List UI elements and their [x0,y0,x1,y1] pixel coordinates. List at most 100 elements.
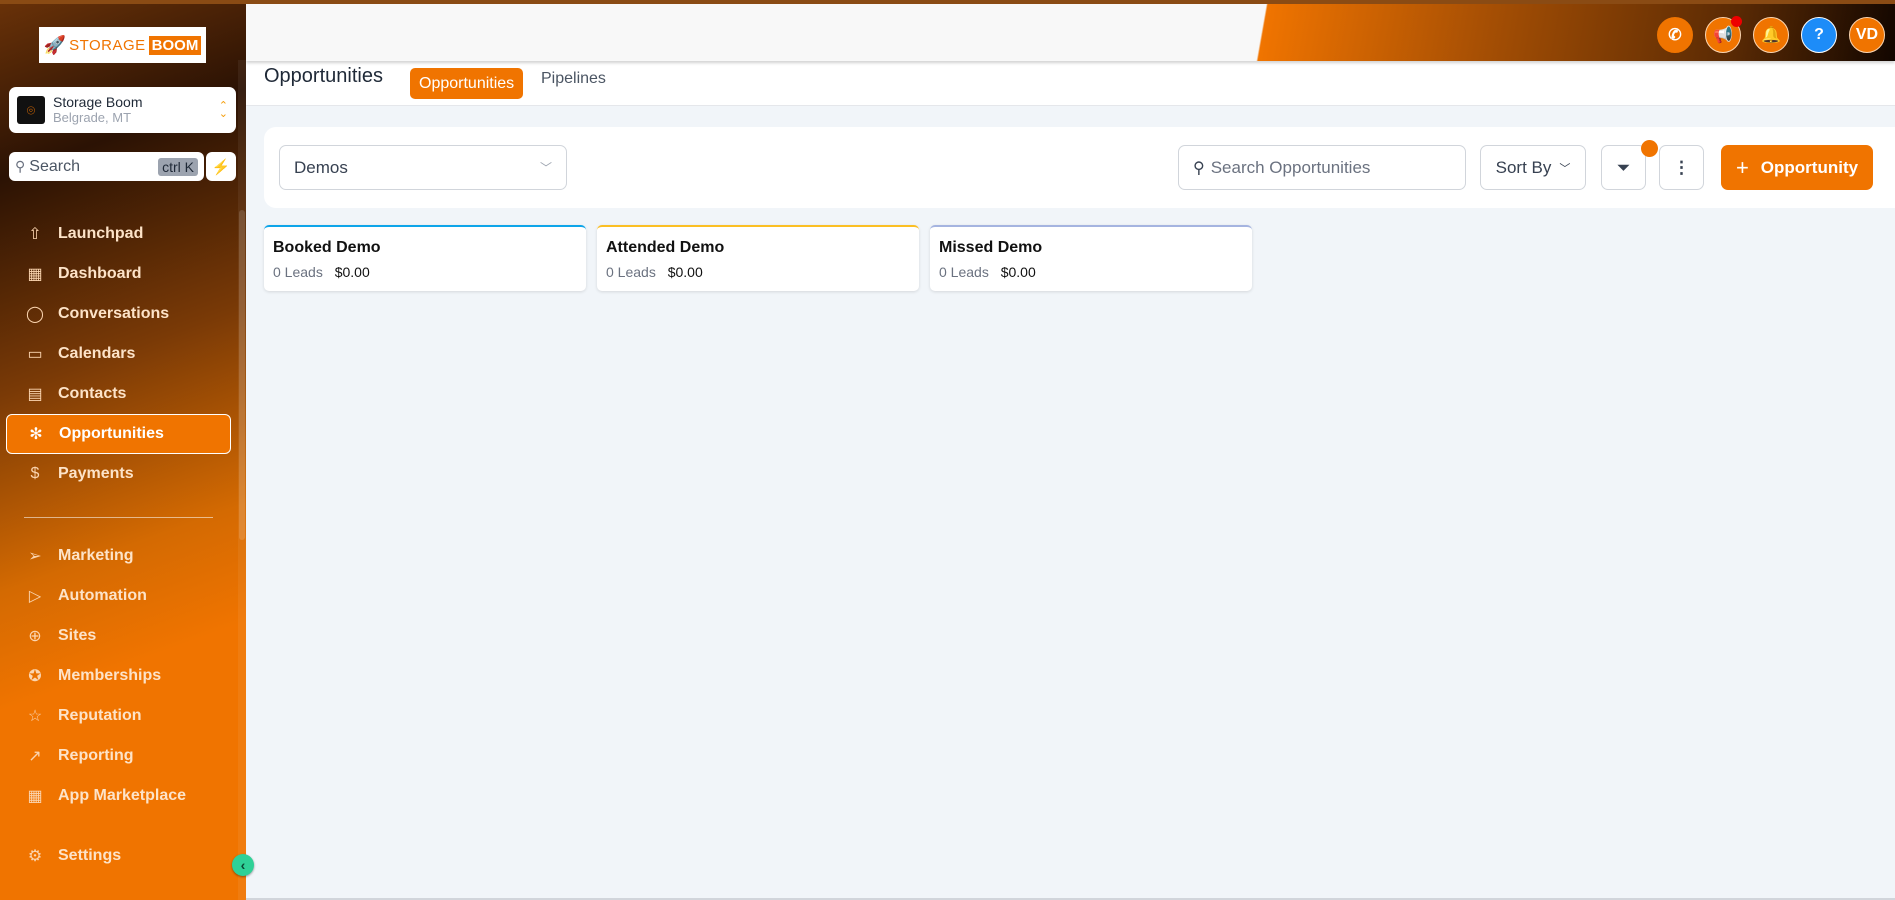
avatar[interactable]: VD [1849,17,1885,53]
chat-bubble-icon: ◯ [26,306,44,323]
sidebar-divider [24,517,213,518]
stage-value: $0.00 [334,264,370,280]
sidebar-item-label: Launchpad [58,225,144,242]
help-icon: ? [1814,26,1824,43]
page-titlebar: Opportunities Opportunities Pipelines [246,61,1895,106]
sidebar-item-label: Marketing [58,547,134,564]
location-pin-icon: ⌾ [17,96,45,124]
phone-icon: ✆ [1668,27,1682,44]
avatar-initials: VD [1855,26,1879,43]
search-opportunities-input[interactable] [1210,157,1451,178]
sidebar-item-label: Automation [58,587,147,604]
chevron-down-icon: ﹀ [539,161,552,175]
sidebar-search-label: Search [29,157,80,175]
dashboard-grid-icon: ▦ [27,266,43,283]
sidebar-item-reporting[interactable]: ↗ Reporting [6,736,231,776]
plus-icon: + [1735,154,1749,180]
stage-value: $0.00 [667,264,703,280]
help-button[interactable]: ? [1801,17,1837,53]
badge-icon: ✪ [28,668,42,685]
website-icon: ⊕ [28,628,42,645]
collapse-sidebar-button[interactable]: ‹ [232,854,254,876]
sidebar-item-launchpad[interactable]: ⇧ Launchpad [6,214,231,254]
location-name: Storage Boom [53,94,143,110]
vertical-dots-icon: ⋮ [1673,157,1690,177]
trend-up-icon: ↗ [28,748,42,765]
pipeline-select[interactable]: Demos ﹀ [279,145,567,190]
sidebar: 🚀 STORAGE BOOM ⌾ Storage Boom Belgrade, … [0,0,246,900]
search-icon: ⚲ [1193,159,1205,177]
phone-button[interactable]: ✆ [1657,17,1693,53]
location-switcher[interactable]: ⌾ Storage Boom Belgrade, MT ⌃ ⌄ [9,87,236,133]
chevron-down-icon: ﹀ [1559,162,1571,175]
chevron-up-down-icon: ⌃ ⌄ [218,100,228,120]
star-icon: ☆ [27,708,43,725]
sidebar-item-contacts[interactable]: ▤ Contacts [6,374,231,414]
sidebar-item-label: Settings [58,847,122,864]
sidebar-item-opportunities[interactable]: ✻ Opportunities [6,414,231,454]
notifications-button[interactable]: 🔔 [1753,17,1789,53]
contact-book-icon: ▤ [27,386,43,403]
sidebar-item-label: Payments [58,465,134,482]
rocket-logo-icon: 🚀 [43,34,67,55]
sidebar-item-app-marketplace[interactable]: ▦ App Marketplace [6,776,231,816]
add-opportunity-button[interactable]: + Opportunity [1721,145,1873,190]
lightning-icon: ⚡ [211,158,231,176]
sidebar-item-automation[interactable]: ▷ Automation [6,576,231,616]
sidebar-item-label: Memberships [58,667,162,684]
more-options-button[interactable]: ⋮ [1659,145,1704,190]
sidebar-item-reputation[interactable]: ☆ Reputation [6,696,231,736]
logo-text-bold: BOOM [148,35,202,55]
stage-lead-count: 0 Leads [939,264,989,280]
quick-actions-button[interactable]: ⚡ [206,152,236,181]
sidebar-item-label: Opportunities [59,425,164,442]
notification-dot [1731,16,1742,27]
sidebar-item-memberships[interactable]: ✪ Memberships [6,656,231,696]
brand-logo[interactable]: 🚀 STORAGE BOOM [39,27,206,63]
stage-name: Attended Demo [606,239,725,256]
gear-icon: ⚙ [27,848,43,865]
sidebar-item-settings[interactable]: ⚙ Settings [6,836,231,876]
stage-value: $0.00 [1000,264,1036,280]
sidebar-item-conversations[interactable]: ◯ Conversations [6,294,231,334]
tab-opportunities[interactable]: Opportunities [410,68,524,99]
sidebar-item-marketing[interactable]: ➢ Marketing [6,536,231,576]
sidebar-nav-secondary: ➢ Marketing ▷ Automation ⊕ Sites ✪ Membe… [6,536,231,816]
sidebar-item-payments[interactable]: $ Payments [6,454,231,494]
sidebar-item-dashboard[interactable]: ▦ Dashboard [6,254,231,294]
filter-button[interactable]: ⏷ [1601,145,1646,190]
stage-name: Missed Demo [939,239,1043,256]
sort-by-label: Sort By [1495,157,1552,177]
play-circle-icon: ▷ [28,588,42,605]
stage-column-missed-demo[interactable]: Missed Demo 0 Leads $0.00 [930,225,1252,291]
sidebar-item-sites[interactable]: ⊕ Sites [6,616,231,656]
apps-grid-icon: ▦ [27,788,43,805]
opportunities-toolbar: Demos ﹀ ⚲ Sort By ﹀ ⏷ ⋮ + Opportunity [264,127,1895,208]
filter-icon: ⏷ [1616,157,1631,177]
send-icon: ➢ [28,548,42,565]
stage-column-attended-demo[interactable]: Attended Demo 0 Leads $0.00 [597,225,919,291]
sidebar-item-label: Reporting [58,747,134,764]
search-opportunities-field[interactable]: ⚲ [1178,145,1466,190]
sidebar-item-label: App Marketplace [58,787,187,804]
announcements-button[interactable]: 📢 [1705,16,1742,53]
tab-pipelines[interactable]: Pipelines [532,63,615,94]
sidebar-item-label: Conversations [58,305,170,322]
sidebar-item-calendars[interactable]: ▭ Calendars [6,334,231,374]
sidebar-item-label: Calendars [58,345,136,362]
filter-active-indicator [1641,140,1658,157]
sidebar-search[interactable]: ⚲ Search ctrl K [9,152,204,181]
opportunities-icon: ✻ [29,426,43,443]
calendar-icon: ▭ [27,346,43,363]
sidebar-item-label: Reputation [58,707,142,724]
megaphone-icon: 📢 [1713,27,1733,44]
stage-column-booked-demo[interactable]: Booked Demo 0 Leads $0.00 [264,225,586,291]
page-title: Opportunities [264,65,383,87]
sidebar-scrollbar[interactable] [238,60,246,900]
stage-lead-count: 0 Leads [273,264,323,280]
location-city: Belgrade, MT [53,110,132,125]
sort-by-button[interactable]: Sort By ﹀ [1480,145,1586,190]
sidebar-item-label: Dashboard [58,265,142,282]
stage-name: Booked Demo [273,239,381,256]
sidebar-nav-primary: ⇧ Launchpad ▦ Dashboard ◯ Conversations … [6,214,231,494]
